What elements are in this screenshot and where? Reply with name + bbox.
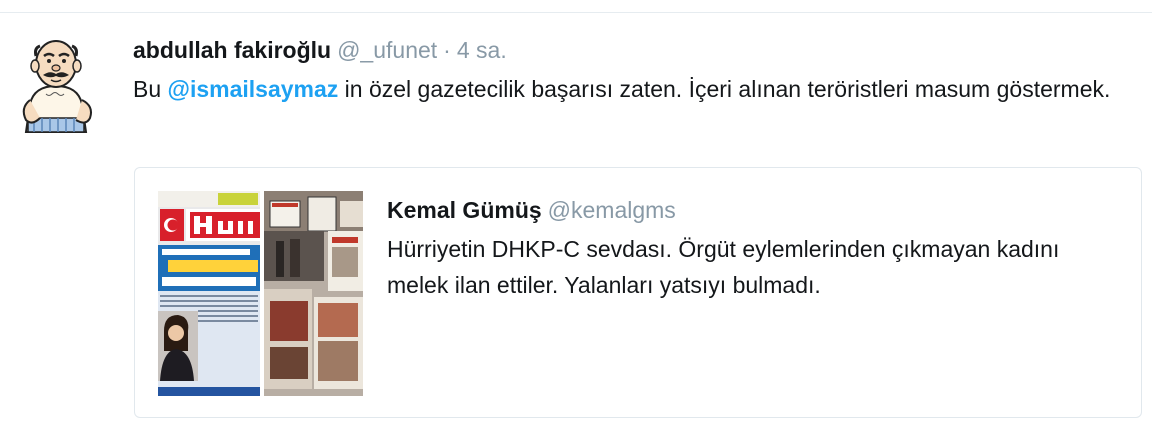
newspaper-photo-thumbnail-icon: [158, 191, 363, 396]
header-separator: ·: [443, 37, 451, 63]
author-handle[interactable]: @_ufunet: [337, 37, 437, 63]
tweet-header: abdullah fakiroğlu @_ufunet · 4 sa.: [133, 34, 507, 66]
tweet-text-before: Bu: [133, 76, 168, 102]
quoted-author-name: Kemal Gümüş: [387, 197, 542, 223]
mention-link[interactable]: @ismailsaymaz: [168, 76, 339, 102]
top-divider: [0, 12, 1152, 13]
cartoon-man-avatar-icon: [22, 40, 92, 133]
tweet-timestamp[interactable]: 4 sa.: [457, 37, 507, 63]
tweet-text: Bu @ismailsaymaz in özel gazetecilik baş…: [133, 71, 1133, 107]
quoted-tweet-header: Kemal Gümüş @kemalgms: [387, 194, 676, 226]
quoted-author-handle: @kemalgms: [547, 197, 676, 223]
tweet-text-after: in özel gazetecilik başarısı zaten. İçer…: [338, 76, 1111, 102]
author-name[interactable]: abdullah fakiroğlu: [133, 37, 331, 63]
quoted-tweet-text: Hürriyetin DHKP-C sevdası. Örgüt eylemle…: [387, 236, 1060, 298]
quoted-tweet-thumbnail: [158, 191, 363, 396]
author-avatar[interactable]: [16, 34, 98, 136]
